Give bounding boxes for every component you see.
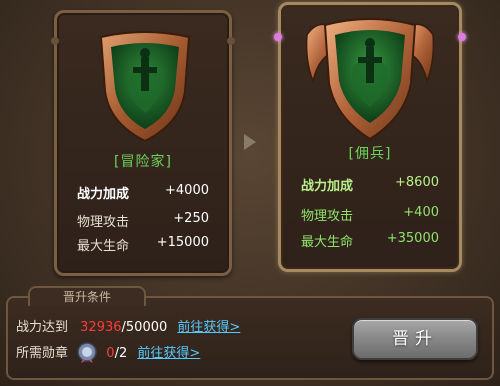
- stat-value: +35000: [386, 231, 439, 246]
- requirement-label: 战力达到: [16, 320, 69, 335]
- stat-label: 最大生命: [77, 239, 130, 254]
- power-requirement: 战力达到 32936/50000 前往获得>: [16, 316, 240, 336]
- power-target: /50000: [121, 320, 168, 335]
- mercenary-badge-icon: [305, 18, 435, 141]
- stat-label: 物理攻击: [77, 215, 130, 230]
- corner-ornament: [51, 37, 59, 45]
- stat-value: +4000: [165, 183, 209, 198]
- medal-target: /2: [114, 346, 128, 361]
- stat-value: +400: [403, 205, 439, 220]
- adventurer-badge-icon: [99, 31, 191, 143]
- stat-row-hp: 最大生命 +35000: [281, 231, 459, 251]
- current-rank-title: [冒险家]: [114, 154, 172, 170]
- stat-row-power: 战力加成 +4000: [57, 183, 229, 203]
- promote-button[interactable]: 晋升: [352, 318, 478, 360]
- stat-value: +15000: [156, 235, 209, 250]
- requirement-label: 所需勋章: [16, 346, 69, 361]
- medal-requirement: 所需勋章 0/2 前往获得>: [16, 341, 200, 363]
- current-rank-card: [冒险家] 战力加成 +4000 物理攻击 +250 最大生命 +15000: [51, 10, 235, 276]
- stat-row-attack: 物理攻击 +250: [57, 211, 229, 231]
- power-goto-link[interactable]: 前往获得>: [177, 320, 240, 335]
- stat-value: +250: [173, 211, 209, 226]
- stat-label: 物理攻击: [301, 209, 354, 224]
- stat-row-power: 战力加成 +8600: [281, 175, 459, 195]
- stat-label: 战力加成: [301, 179, 354, 194]
- stat-row-attack: 物理攻击 +400: [281, 205, 459, 225]
- corner-ornament: [227, 37, 235, 45]
- medal-icon: [77, 341, 97, 363]
- medal-goto-link[interactable]: 前往获得>: [137, 346, 200, 361]
- next-arrow-icon: [244, 134, 256, 150]
- gem-ornament-icon: [274, 33, 282, 41]
- stat-value: +8600: [395, 175, 439, 190]
- gem-ornament-icon: [458, 33, 466, 41]
- stat-row-hp: 最大生命 +15000: [57, 235, 229, 255]
- power-current: 32936: [80, 320, 122, 335]
- requirements-tab: 晋升条件: [28, 286, 146, 306]
- next-rank-card: [佣兵] 战力加成 +8600 物理攻击 +400 最大生命 +35000: [274, 2, 466, 272]
- medal-current: 0: [106, 346, 115, 361]
- next-rank-title: [佣兵]: [348, 146, 392, 162]
- stat-label: 最大生命: [301, 235, 354, 250]
- stat-label: 战力加成: [77, 187, 130, 202]
